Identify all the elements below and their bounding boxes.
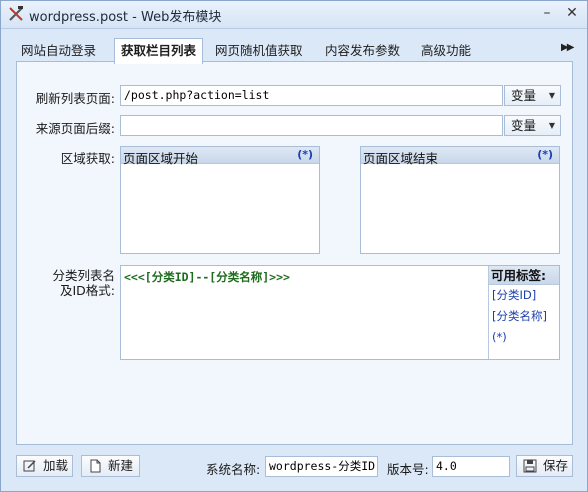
columns-panel: 刷新列表页面: /post.php?action=list 变量 ▼ 来源页面后… <box>16 61 573 445</box>
load-button[interactable]: 加载 <box>16 455 73 477</box>
refresh-page-label: 刷新列表页面: <box>35 91 115 106</box>
source-suffix-label: 来源页面后缀: <box>35 121 115 136</box>
tab-auto-login[interactable]: 网站自动登录 <box>15 40 102 62</box>
save-icon <box>523 459 537 473</box>
save-button-label: 保存 <box>543 458 569 473</box>
tab-publish-params[interactable]: 内容发布参数 <box>319 40 406 62</box>
suffix-variable-dropdown[interactable]: 变量 ▼ <box>504 115 561 136</box>
format-editor[interactable]: <<<[分类ID]--[分类名称]>>> 可用标签: [分类ID] [分类名称]… <box>120 265 560 360</box>
version-label: 版本号: <box>387 462 429 477</box>
region-start-title: 页面区域开始 <box>123 151 199 166</box>
version-input[interactable]: 4.0 <box>432 456 510 477</box>
tab-random-values[interactable]: 网页随机值获取 <box>209 40 309 62</box>
new-button-label: 新建 <box>108 458 134 473</box>
tab-get-columns[interactable]: 获取栏目列表 <box>114 38 204 64</box>
save-button[interactable]: 保存 <box>516 455 573 477</box>
refresh-variable-label: 变量 <box>511 88 537 103</box>
available-tags-title: 可用标签: <box>489 266 559 285</box>
available-tags-panel: 可用标签: [分类ID] [分类名称] (*) <box>488 266 559 359</box>
chevron-down-icon: ▼ <box>548 91 555 100</box>
tab-scroll-right-icon[interactable]: ▶▶ <box>561 42 574 53</box>
system-name-input[interactable]: wordpress-分类ID <box>265 456 378 477</box>
region-end-header: 页面区域结束 (*) <box>361 147 559 166</box>
tag-category-name[interactable]: [分类名称] <box>489 306 559 327</box>
load-button-label: 加载 <box>43 458 69 473</box>
tag-category-id[interactable]: [分类ID] <box>489 285 559 306</box>
title-bar: wordpress.post - Web发布模块 – ✕ <box>1 1 587 29</box>
region-start-box[interactable]: 页面区域开始 (*) <box>120 146 320 254</box>
region-end-box[interactable]: 页面区域结束 (*) <box>360 146 560 254</box>
close-button[interactable]: ✕ <box>562 5 582 23</box>
region-end-wildcard-tag[interactable]: (*) <box>537 148 553 161</box>
format-value: <<<[分类ID]--[分类名称]>>> <box>124 270 290 284</box>
refresh-page-input[interactable]: /post.php?action=list <box>120 85 503 106</box>
minimize-button[interactable]: – <box>537 5 557 23</box>
region-start-wildcard-tag[interactable]: (*) <box>297 148 313 161</box>
region-label: 区域获取: <box>60 151 115 166</box>
refresh-variable-dropdown[interactable]: 变量 ▼ <box>504 85 561 106</box>
tab-advanced[interactable]: 高级功能 <box>415 40 477 62</box>
edit-icon <box>23 460 36 472</box>
suffix-variable-label: 变量 <box>511 118 537 133</box>
new-button[interactable]: 新建 <box>81 455 140 477</box>
format-label-line2: 及ID格式: <box>59 283 115 298</box>
new-document-icon <box>90 459 101 473</box>
tab-bar: 网站自动登录 获取栏目列表 网页随机值获取 内容发布参数 高级功能 ▶▶ <box>9 38 581 64</box>
app-logo-icon <box>9 6 23 21</box>
region-start-header: 页面区域开始 (*) <box>121 147 319 166</box>
window-title: wordpress.post - Web发布模块 <box>29 10 222 25</box>
tag-wildcard[interactable]: (*) <box>489 327 559 348</box>
chevron-down-icon: ▼ <box>548 121 555 130</box>
region-end-title: 页面区域结束 <box>363 151 439 166</box>
source-suffix-input[interactable] <box>120 115 503 136</box>
system-name-label: 系统名称: <box>206 462 261 477</box>
app-window: wordpress.post - Web发布模块 – ✕ 网站自动登录 获取栏目… <box>0 0 588 492</box>
